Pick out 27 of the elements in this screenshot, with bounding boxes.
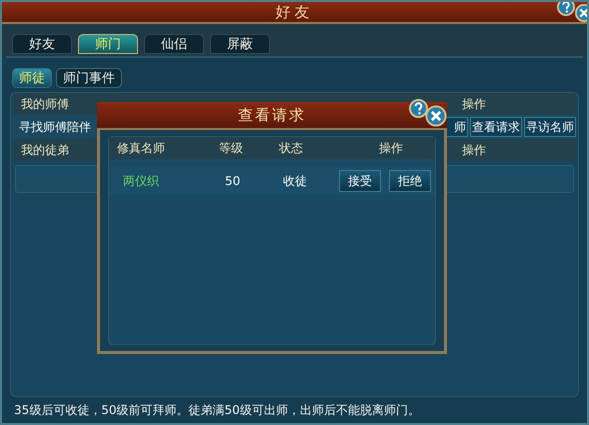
tab[interactable]: 屏蔽 (210, 34, 270, 54)
column-header: 等级 (219, 140, 244, 156)
column-header: 修真名师 (117, 140, 166, 156)
tab[interactable]: 仙侣 (144, 34, 204, 54)
column-header: 操作 (379, 140, 403, 156)
sub-tab[interactable]: 师门事件 (56, 68, 122, 88)
tab[interactable]: 好友 (12, 34, 72, 54)
column-header: 我的师傅 (21, 96, 69, 112)
tab[interactable]: 师门 (78, 34, 138, 54)
action-button[interactable]: 寻访名师 (524, 117, 576, 137)
column-header: 我的徒弟 (21, 142, 69, 158)
action-button[interactable]: 接受 (339, 170, 381, 192)
column-header: 状态 (279, 140, 304, 156)
dialog-title: 查看请求 (238, 106, 306, 124)
close-icon[interactable] (425, 105, 447, 127)
footer-note: 35级后可收徒，50级前可拜师。徒弟满50级可出师，出师后不能脱离师门。 (13, 402, 421, 419)
row-text: 寻找师傅陪伴 (19, 118, 91, 136)
master-name: 两仪织 (123, 172, 160, 190)
status-text: 收徒 (283, 172, 308, 190)
level-text: 50 (224, 174, 242, 188)
action-button[interactable]: 查看请求 (470, 117, 522, 137)
column-header: 操作 (462, 96, 486, 112)
sub-tab[interactable]: 师徒 (12, 68, 52, 88)
column-header: 操作 (462, 142, 486, 158)
window-title: 好友 (276, 2, 314, 22)
action-button[interactable]: 拒绝 (389, 170, 431, 192)
help-icon[interactable] (557, 2, 575, 16)
